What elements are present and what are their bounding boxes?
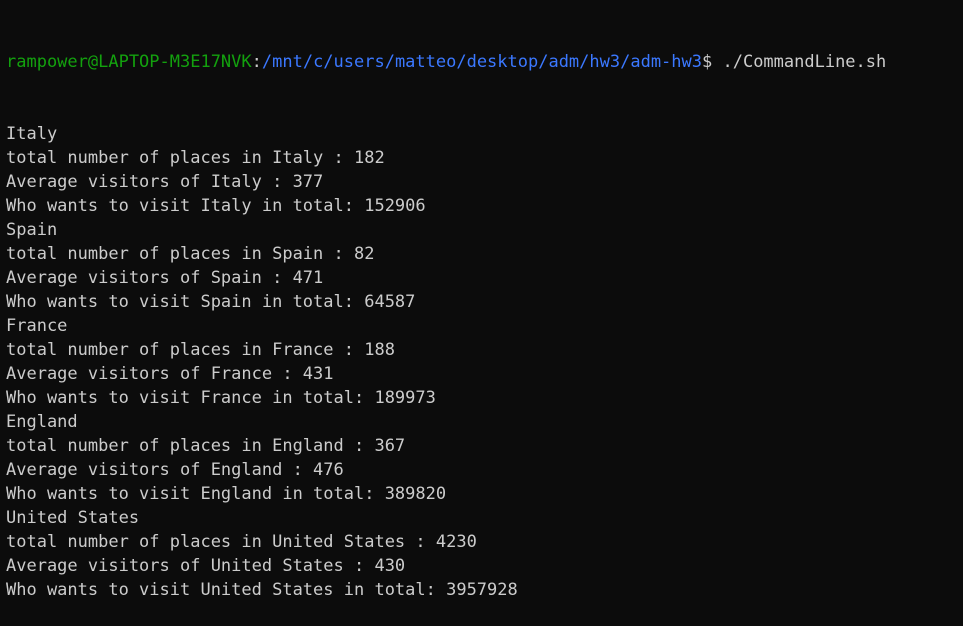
- prompt-command: ./CommandLine.sh: [712, 52, 887, 72]
- output-line: Who wants to visit Spain in total: 64587: [6, 292, 416, 312]
- output-line: France: [6, 316, 68, 336]
- output-line: United States: [6, 508, 140, 528]
- terminal-output: Italy total number of places in Italy : 1…: [6, 122, 963, 602]
- prompt-line: rampower@LAPTOP-M3E17NVK:/mnt/c/users/ma…: [6, 50, 963, 74]
- output-line: Who wants to visit Italy in total: 15290…: [6, 196, 426, 216]
- prompt-user-host: rampower@LAPTOP-M3E17NVK: [6, 52, 252, 72]
- output-line: Spain: [6, 220, 58, 240]
- prompt-path: /mnt/c/users/matteo/desktop/adm/hw3/adm-…: [261, 52, 702, 72]
- output-line: total number of places in France : 188: [6, 340, 395, 360]
- terminal-window[interactable]: rampower@LAPTOP-M3E17NVK:/mnt/c/users/ma…: [0, 0, 963, 600]
- output-line: Average visitors of Italy : 377: [6, 172, 324, 192]
- output-line: total number of places in Spain : 82: [6, 244, 375, 264]
- output-line: total number of places in England : 367: [6, 436, 406, 456]
- output-line: Italy: [6, 124, 58, 144]
- output-line: Who wants to visit United States in tota…: [6, 580, 518, 600]
- output-line: Average visitors of United States : 430: [6, 556, 406, 576]
- prompt-separator: :: [251, 52, 262, 72]
- output-line: total number of places in Italy : 182: [6, 148, 385, 168]
- output-line: total number of places in United States …: [6, 532, 477, 552]
- output-line: Who wants to visit France in total: 1899…: [6, 388, 436, 408]
- output-line: Average visitors of England : 476: [6, 460, 344, 480]
- prompt-symbol: $: [702, 52, 713, 72]
- output-line: Who wants to visit England in total: 389…: [6, 484, 447, 504]
- output-line: Average visitors of Spain : 471: [6, 268, 324, 288]
- output-line: Average visitors of France : 431: [6, 364, 334, 384]
- output-line: England: [6, 412, 78, 432]
